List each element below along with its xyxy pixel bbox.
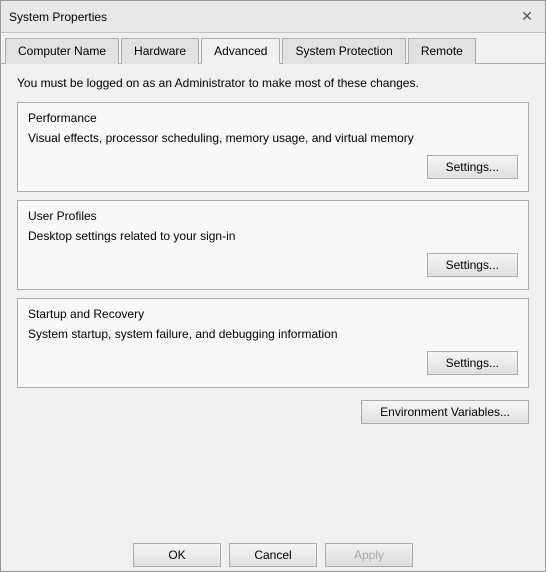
tab-bar: Computer Name Hardware Advanced System P… bbox=[1, 33, 545, 64]
performance-section: Performance Visual effects, processor sc… bbox=[17, 102, 529, 192]
tab-computer-name[interactable]: Computer Name bbox=[5, 38, 119, 64]
close-button[interactable]: ✕ bbox=[517, 7, 537, 27]
performance-title: Performance bbox=[28, 111, 518, 125]
env-variables-row: Environment Variables... bbox=[17, 396, 529, 424]
footer-buttons: OK Cancel Apply bbox=[1, 535, 545, 571]
startup-recovery-settings-button[interactable]: Settings... bbox=[427, 351, 518, 375]
tab-hardware[interactable]: Hardware bbox=[121, 38, 199, 64]
admin-notice: You must be logged on as an Administrato… bbox=[17, 76, 529, 90]
tab-remote[interactable]: Remote bbox=[408, 38, 476, 64]
user-profiles-section: User Profiles Desktop settings related t… bbox=[17, 200, 529, 290]
system-properties-window: System Properties ✕ Computer Name Hardwa… bbox=[0, 0, 546, 572]
title-bar: System Properties ✕ bbox=[1, 1, 545, 33]
main-content: You must be logged on as an Administrato… bbox=[1, 64, 545, 535]
ok-button[interactable]: OK bbox=[133, 543, 221, 567]
tab-advanced[interactable]: Advanced bbox=[201, 38, 280, 64]
performance-settings-button[interactable]: Settings... bbox=[427, 155, 518, 179]
performance-desc: Visual effects, processor scheduling, me… bbox=[28, 131, 518, 145]
user-profiles-title: User Profiles bbox=[28, 209, 518, 223]
startup-recovery-title: Startup and Recovery bbox=[28, 307, 518, 321]
cancel-button[interactable]: Cancel bbox=[229, 543, 317, 567]
startup-recovery-section: Startup and Recovery System startup, sys… bbox=[17, 298, 529, 388]
window-title: System Properties bbox=[9, 10, 107, 24]
apply-button[interactable]: Apply bbox=[325, 543, 413, 567]
user-profiles-desc: Desktop settings related to your sign-in bbox=[28, 229, 518, 243]
tab-system-protection[interactable]: System Protection bbox=[282, 38, 405, 64]
env-variables-button[interactable]: Environment Variables... bbox=[361, 400, 529, 424]
user-profiles-settings-button[interactable]: Settings... bbox=[427, 253, 518, 277]
startup-recovery-desc: System startup, system failure, and debu… bbox=[28, 327, 518, 341]
